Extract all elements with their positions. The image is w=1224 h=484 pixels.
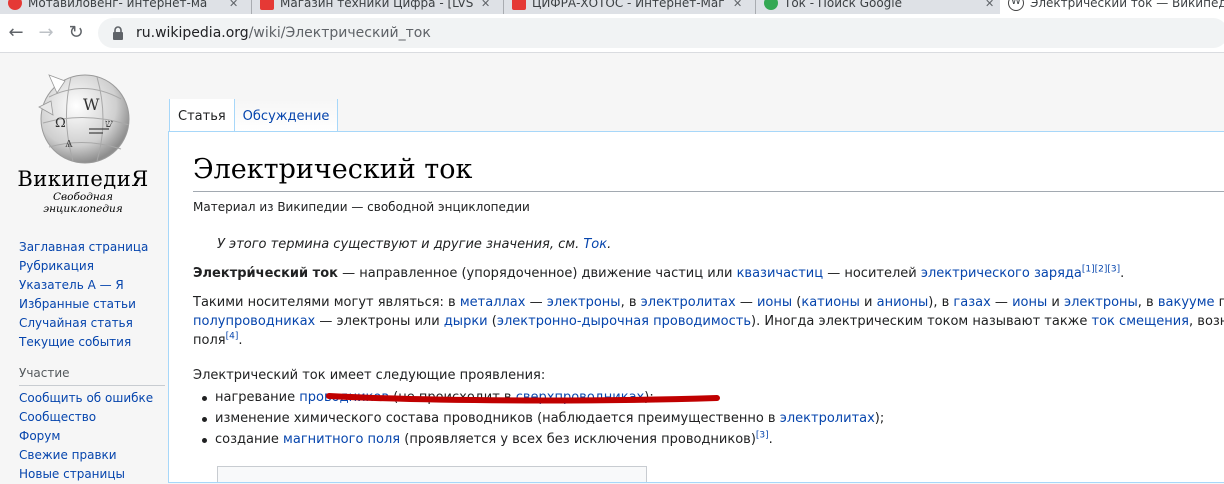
- browser-tab-1[interactable]: Мотавиловенг- интернет-ма ✕: [0, 0, 252, 14]
- link-electrons[interactable]: электроны: [1064, 295, 1138, 310]
- list-item: нагревание проводников (не происходит в …: [201, 387, 884, 408]
- infobox-top-edge: [217, 466, 647, 482]
- link-electrons[interactable]: электроны: [547, 295, 621, 310]
- browser-tab-2[interactable]: Магазин техники Цифра - [LVS ✕: [252, 0, 504, 14]
- lock-icon: [113, 26, 123, 40]
- site-subtitle: Материал из Википедии — свободной энцикл…: [193, 200, 530, 214]
- tab-article[interactable]: Статья: [169, 99, 234, 131]
- sidebar-item-index[interactable]: Указатель А — Я: [19, 276, 165, 295]
- sidebar: Заглавная страница Рубрикация Указатель …: [19, 238, 165, 484]
- link-displacement-current[interactable]: ток смещения: [1092, 314, 1189, 329]
- tab-title: Ток - Поиск Google: [784, 0, 903, 10]
- tab-title: Электрический ток — Википедия: [1030, 0, 1224, 10]
- sidebar-separator: [19, 352, 165, 364]
- link-electrolytes[interactable]: электролитах: [780, 411, 875, 426]
- sidebar-item-forum[interactable]: Форум: [19, 427, 165, 446]
- sidebar-item-random[interactable]: Случайная статья: [19, 314, 165, 333]
- list-item: изменение химического состава проводнико…: [201, 408, 884, 429]
- tab-title: Магазин техники Цифра - [LVS: [280, 0, 474, 10]
- link-electric-charge[interactable]: электрического заряда: [921, 266, 1082, 281]
- tab-favicon-icon: [260, 0, 274, 10]
- tab-title: Мотавиловенг- интернет-ма: [28, 0, 208, 10]
- link-electron-hole-conductivity[interactable]: электронно-дырочная проводимость: [497, 314, 751, 329]
- link-metals[interactable]: металлах: [460, 295, 526, 310]
- sidebar-item-recent-changes[interactable]: Свежие правки: [19, 446, 165, 465]
- browser-toolbar: ← → ↻ ru.wikipedia.org/wiki/Электрически…: [0, 14, 1224, 53]
- article-content: Электрический ток Материал из Википедии …: [168, 131, 1224, 483]
- link-quasiparticles[interactable]: квазичастиц: [737, 266, 824, 281]
- reference-link[interactable]: [4]: [226, 332, 239, 342]
- svg-text:Ω: Ω: [55, 116, 66, 131]
- link-holes[interactable]: дырки: [444, 314, 488, 329]
- wikipedia-globe-logo-icon[interactable]: W Ω Ѧ ש: [25, 67, 137, 167]
- wikipedia-tagline: Свободная энциклопедия: [43, 191, 123, 215]
- manifestations-list: нагревание проводников (не происходит в …: [193, 387, 884, 450]
- tab-close-icon[interactable]: ✕: [229, 0, 243, 10]
- link-magnetic-field[interactable]: магнитного поля: [283, 432, 400, 447]
- tab-close-icon[interactable]: ✕: [481, 0, 495, 10]
- tab-close-icon[interactable]: ✕: [733, 0, 747, 10]
- tab-talk[interactable]: Обсуждение: [233, 99, 339, 131]
- sidebar-item-categories[interactable]: Рубрикация: [19, 257, 165, 276]
- hatnote-link[interactable]: Ток: [583, 237, 607, 252]
- paragraph-definition: Электри́ческий ток — направленное (упоря…: [193, 264, 1125, 281]
- address-bar[interactable]: ru.wikipedia.org/wiki/Электрический_ток: [98, 18, 1224, 48]
- link-gases[interactable]: газах: [953, 295, 990, 310]
- tab-favicon-icon: [512, 0, 526, 10]
- paragraph-manifestations: Электрический ток имеет следующие проявл…: [193, 368, 546, 383]
- sidebar-item-report-error[interactable]: Сообщить об ошибке: [19, 389, 165, 408]
- list-item: создание магнитного поля (проявляется у …: [201, 429, 884, 450]
- link-vacuum[interactable]: вакууме: [1158, 295, 1215, 310]
- link-electrolytes[interactable]: электролитах: [641, 295, 736, 310]
- google-favicon-icon: [764, 0, 778, 10]
- reference-link[interactable]: [1][2][3]: [1082, 265, 1120, 275]
- link-superconductors[interactable]: сверхпроводниках: [516, 390, 645, 405]
- browser-tab-strip: Мотавиловенг- интернет-ма ✕ Магазин техн…: [0, 0, 1224, 14]
- sidebar-heading-participation: Участие: [19, 364, 165, 386]
- page-title: Электрический ток: [193, 151, 1224, 192]
- link-semiconductors[interactable]: полупроводниках: [193, 314, 315, 329]
- forward-arrow-icon[interactable]: →: [34, 21, 58, 45]
- sidebar-item-featured[interactable]: Избранные статьи: [19, 295, 165, 314]
- svg-text:W: W: [83, 95, 100, 114]
- tab-title: ЦИФРА-ХОТОС - Интернет-Маг: [532, 0, 725, 10]
- wikipedia-favicon-icon: W: [1008, 0, 1024, 11]
- sidebar-item-community[interactable]: Сообщество: [19, 408, 165, 427]
- browser-tab-4[interactable]: Ток - Поиск Google ✕: [756, 0, 1008, 14]
- link-conductors[interactable]: проводников: [299, 390, 389, 405]
- back-arrow-icon[interactable]: ←: [4, 21, 28, 45]
- tab-close-icon[interactable]: ✕: [985, 0, 999, 10]
- url-text: ru.wikipedia.org/wiki/Электрический_ток: [136, 25, 431, 41]
- link-ions[interactable]: ионы: [1012, 295, 1047, 310]
- wikipedia-page: W Ω Ѧ ש ВикипедиЯ Свободная энциклопедия…: [0, 53, 1224, 483]
- link-anions[interactable]: анионы: [877, 295, 929, 310]
- hatnote: У этого термина существуют и другие знач…: [217, 237, 612, 252]
- sidebar-item-main-page[interactable]: Заглавная страница: [19, 238, 165, 257]
- reload-icon[interactable]: ↻: [64, 21, 88, 45]
- browser-tab-5-active[interactable]: W Электрический ток — Википедия: [1000, 0, 1224, 14]
- link-cations[interactable]: катионы: [801, 295, 860, 310]
- reference-link[interactable]: [3]: [756, 431, 769, 441]
- paragraph-carriers: Такими носителями могут являться: в мета…: [193, 295, 1224, 348]
- sidebar-item-current-events[interactable]: Текущие события: [19, 333, 165, 352]
- tab-favicon-icon: [8, 0, 22, 10]
- browser-tab-3[interactable]: ЦИФРА-ХОТОС - Интернет-Маг ✕: [504, 0, 756, 14]
- wikipedia-wordmark[interactable]: ВикипедиЯ: [14, 167, 152, 191]
- content-tabs: Статья Обсуждение: [169, 99, 339, 131]
- svg-text:ש: ש: [105, 117, 113, 130]
- link-ions[interactable]: ионы: [757, 295, 792, 310]
- svg-text:Ѧ: Ѧ: [65, 137, 73, 150]
- sidebar-item-new-pages[interactable]: Новые страницы: [19, 465, 165, 484]
